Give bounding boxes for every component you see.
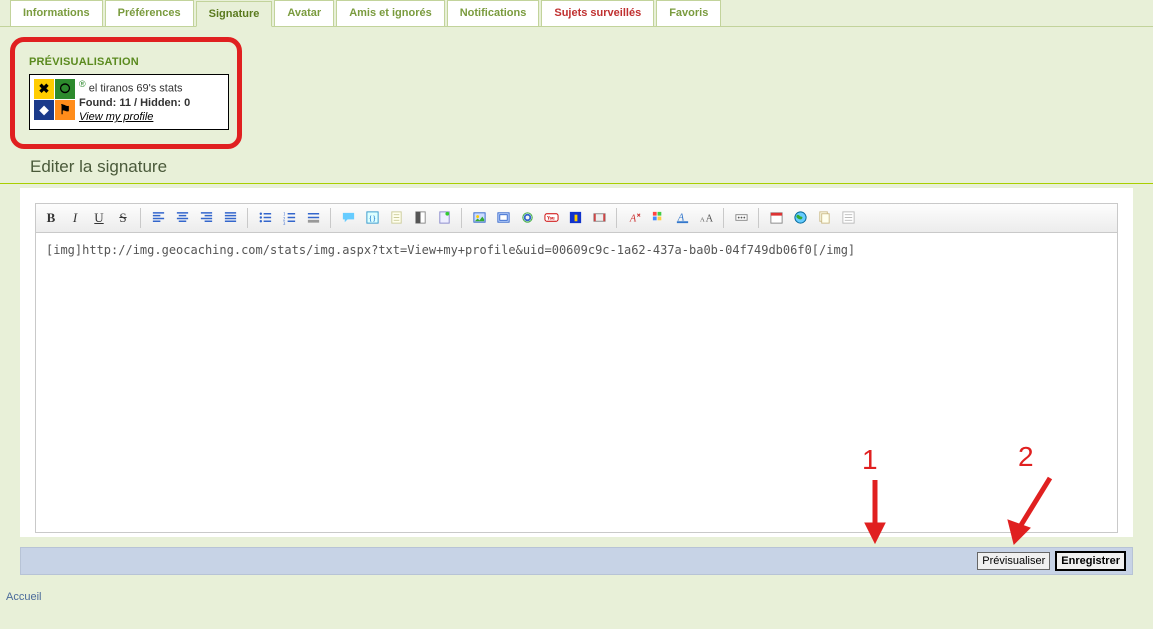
strike-button[interactable]: S: [112, 207, 134, 229]
tab-favoris[interactable]: Favoris: [656, 0, 721, 26]
view-profile-link[interactable]: View my profile: [79, 111, 153, 123]
registered-mark: ®: [79, 79, 86, 89]
annotation-highlight-box: PRÉVISUALISATION ✖ 🞅 ⬥ ⚑ ® el tiranos 69…: [10, 37, 242, 149]
svg-text:3: 3: [282, 222, 285, 225]
font-size-button[interactable]: AA: [695, 207, 717, 229]
source-button[interactable]: [837, 207, 859, 229]
signature-textarea[interactable]: [35, 233, 1118, 533]
tab-informations[interactable]: Informations: [10, 0, 103, 26]
preview-heading: PRÉVISUALISATION: [29, 56, 227, 68]
stats-text: ® el tiranos 69's stats Found: 11 / Hidd…: [79, 79, 190, 125]
media-button[interactable]: [588, 207, 610, 229]
stats-user-line: el tiranos 69's stats: [89, 83, 183, 95]
breadcrumb-home-link[interactable]: Accueil: [6, 591, 41, 603]
quote-button[interactable]: [337, 207, 359, 229]
svg-text:{}: {}: [368, 213, 375, 222]
section-title-edit-signature: Editer la signature: [0, 149, 1153, 183]
underline-button[interactable]: U: [88, 207, 110, 229]
form-button-bar: Prévisualiser Enregistrer: [20, 547, 1133, 575]
youtube-button[interactable]: You: [540, 207, 562, 229]
globe-button[interactable]: [789, 207, 811, 229]
tab-avatar[interactable]: Avatar: [274, 0, 334, 26]
svg-text:A: A: [705, 213, 713, 224]
italic-button[interactable]: I: [64, 207, 86, 229]
code-button[interactable]: {}: [361, 207, 383, 229]
signature-preview-card: ✖ 🞅 ⬥ ⚑ ® el tiranos 69's stats Found: 1…: [29, 74, 229, 130]
dailymotion-button[interactable]: [564, 207, 586, 229]
align-justify-button[interactable]: [219, 207, 241, 229]
tab-notifications[interactable]: Notifications: [447, 0, 540, 26]
save-button[interactable]: Enregistrer: [1055, 551, 1126, 571]
remove-format-button[interactable]: A: [623, 207, 645, 229]
attachment-button[interactable]: [433, 207, 455, 229]
bold-button[interactable]: B: [40, 207, 62, 229]
copy-button[interactable]: [813, 207, 835, 229]
color-palette-button[interactable]: [647, 207, 669, 229]
horizontal-rule-button[interactable]: [302, 207, 324, 229]
signature-editor-panel: B I U S 123: [20, 188, 1133, 537]
toolbar-separator: [461, 208, 462, 228]
logo-tile-yellow: ✖: [34, 79, 54, 99]
breadcrumb: Accueil: [0, 575, 1153, 623]
calendar-button[interactable]: [765, 207, 787, 229]
toolbar-separator: [140, 208, 141, 228]
preview-button[interactable]: Prévisualiser: [977, 552, 1050, 570]
unordered-list-button[interactable]: [254, 207, 276, 229]
tab-amis-ignores[interactable]: Amis et ignorés: [336, 0, 445, 26]
align-right-button[interactable]: [195, 207, 217, 229]
note-button[interactable]: [385, 207, 407, 229]
toolbar-separator: [758, 208, 759, 228]
tab-sujets-surveilles[interactable]: Sujets surveillés: [541, 0, 654, 26]
logo-tile-green: 🞅: [55, 79, 75, 99]
toolbar-separator: [330, 208, 331, 228]
geocaching-logo-grid: ✖ 🞅 ⬥ ⚑: [34, 79, 75, 125]
font-color-button[interactable]: A: [671, 207, 693, 229]
svg-text:A: A: [699, 216, 704, 223]
section-divider: [0, 183, 1153, 184]
toolbar-separator: [616, 208, 617, 228]
align-left-button[interactable]: [147, 207, 169, 229]
editor-toolbar: B I U S 123: [35, 203, 1118, 233]
profile-tabs: Informations Préférences Signature Avata…: [0, 0, 1153, 26]
stats-counts-line: Found: 11 / Hidden: 0: [79, 96, 190, 110]
thumbnail-button[interactable]: [492, 207, 514, 229]
svg-text:A: A: [628, 213, 636, 224]
toolbar-separator: [723, 208, 724, 228]
align-center-button[interactable]: [171, 207, 193, 229]
toolbar-separator: [247, 208, 248, 228]
tab-preferences[interactable]: Préférences: [105, 0, 194, 26]
spoiler-button[interactable]: [409, 207, 431, 229]
svg-text:You: You: [546, 216, 554, 221]
link-button[interactable]: [516, 207, 538, 229]
tab-signature[interactable]: Signature: [196, 1, 273, 27]
more-button[interactable]: [730, 207, 752, 229]
logo-tile-blue: ⬥: [34, 100, 54, 120]
ordered-list-button[interactable]: 123: [278, 207, 300, 229]
logo-tile-orange: ⚑: [55, 100, 75, 120]
image-button[interactable]: [468, 207, 490, 229]
